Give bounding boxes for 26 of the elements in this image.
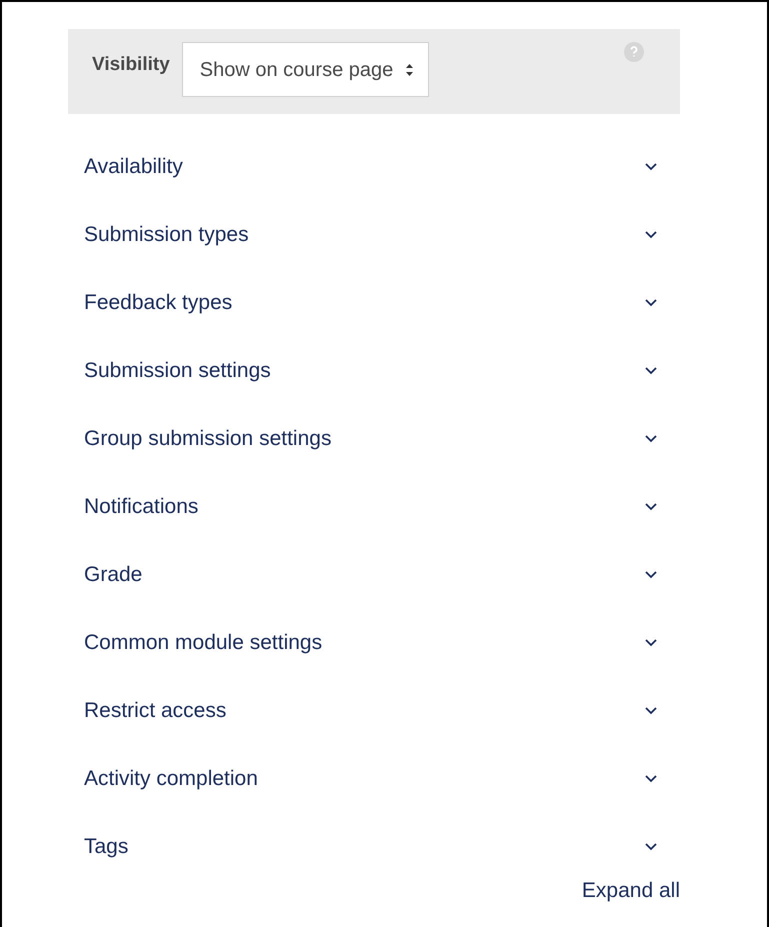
visibility-label: Visibility xyxy=(92,53,170,77)
chevron-icon[interactable] xyxy=(644,434,658,444)
section-header[interactable]: Tags xyxy=(84,831,128,863)
chevron-icon[interactable] xyxy=(644,570,658,580)
section-header[interactable]: Submission settings xyxy=(84,355,271,387)
chevron-icon[interactable] xyxy=(644,162,658,172)
chevron-icon[interactable] xyxy=(644,502,658,512)
chevron-icon[interactable] xyxy=(644,366,658,376)
section-header[interactable]: Submission types xyxy=(84,219,249,251)
section-header[interactable]: Notifications xyxy=(84,491,198,523)
chevron-icon[interactable] xyxy=(644,706,658,716)
expand-all-link[interactable]: Expand all xyxy=(582,875,680,906)
visibility-select[interactable]: Show on course page xyxy=(182,42,430,97)
chevron-icon[interactable] xyxy=(644,638,658,648)
section-header[interactable]: Availability xyxy=(84,151,183,183)
chevron-icon[interactable] xyxy=(644,298,658,308)
section-header[interactable]: Common module settings xyxy=(84,627,322,659)
chevron-icon[interactable] xyxy=(644,774,658,784)
section-header[interactable]: Grade xyxy=(84,559,142,591)
section-header[interactable]: Group submission settings xyxy=(84,423,332,455)
sort-arrows-icon xyxy=(405,62,414,76)
section-header[interactable]: Feedback types xyxy=(84,287,232,319)
section-header[interactable]: Restrict access xyxy=(84,695,226,727)
section-header[interactable]: Activity completion xyxy=(84,763,258,795)
chevron-icon[interactable] xyxy=(644,842,658,852)
chevron-icon[interactable] xyxy=(644,230,658,240)
